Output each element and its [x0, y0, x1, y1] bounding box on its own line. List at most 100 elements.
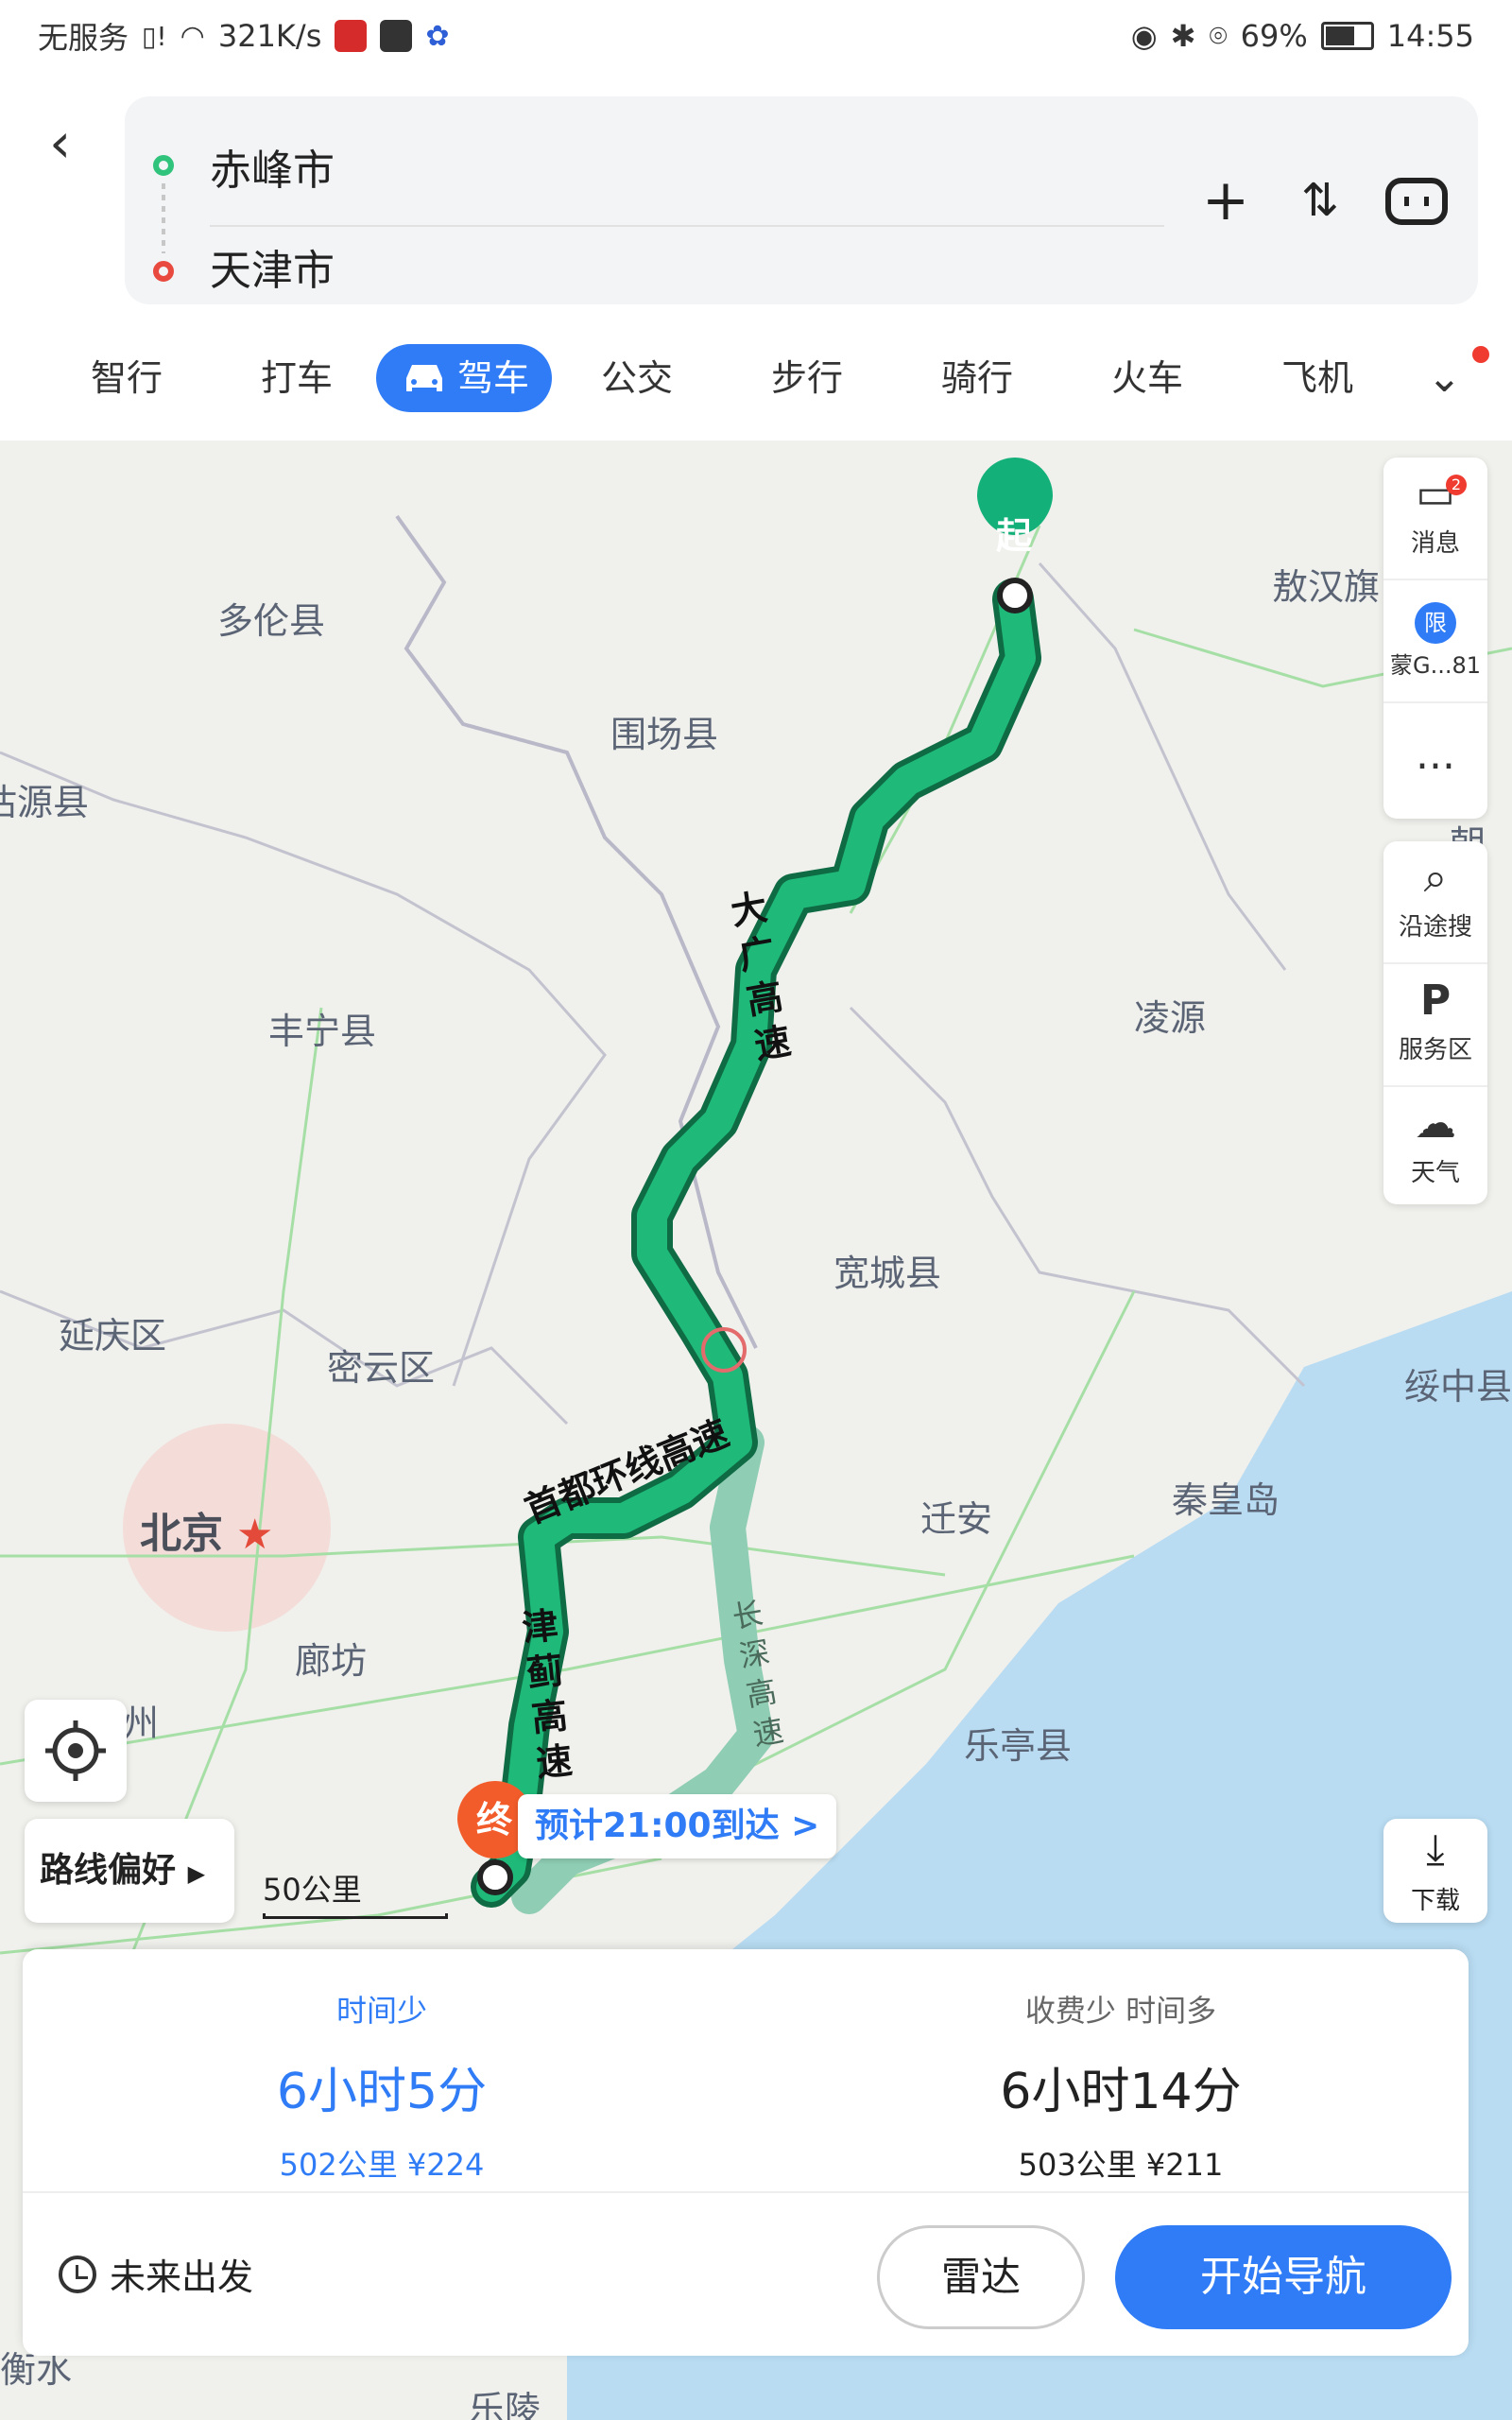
route-preference-label: 路线偏好 — [40, 1851, 177, 1890]
card-divider — [23, 2191, 1469, 2193]
battery-icon — [1320, 22, 1374, 50]
restriction-button[interactable]: 限 蒙G...81 — [1383, 579, 1487, 701]
map-label-qianan: 迁安 — [920, 1498, 993, 1540]
future-departure-button[interactable]: 未来出发 — [59, 2248, 253, 2300]
message-badge: 2 — [1446, 475, 1467, 495]
locate-button[interactable] — [25, 1700, 127, 1802]
map-label-miyun: 密云区 — [327, 1347, 436, 1389]
triangle-right-icon: ▶ — [187, 1860, 206, 1887]
tab-taxi[interactable]: 打车 — [261, 344, 333, 412]
tab-flight[interactable]: 飞机 — [1281, 344, 1353, 412]
start-navigation-button[interactable]: 开始导航 — [1115, 2225, 1452, 2329]
weather-button[interactable]: ☁ 天气 — [1383, 1085, 1487, 1208]
radar-button[interactable]: 雷达 — [877, 2225, 1085, 2329]
route-options-card: 时间少 6小时5分 502公里 ¥224 收费少 时间多 6小时14分 503公… — [23, 1949, 1469, 2356]
eta-bubble[interactable]: 预计21:00到达 > — [518, 1794, 837, 1858]
along-search-button[interactable]: ⌕ 沿途搜 — [1383, 841, 1487, 962]
start-dot-icon — [153, 155, 174, 176]
map-label-yanqing: 延庆区 — [59, 1315, 167, 1357]
messages-button[interactable]: ▭ 2 消息 — [1383, 458, 1487, 579]
map-label-lingyuan: 凌源 — [1134, 997, 1207, 1039]
crosshair-icon — [45, 1720, 106, 1781]
route-connector — [162, 183, 165, 253]
car-connect-icon[interactable] — [1383, 163, 1450, 238]
swap-icon[interactable]: ⇅ — [1287, 163, 1353, 238]
tab-bike[interactable]: 骑行 — [941, 344, 1013, 412]
start-marker[interactable]: 起 — [996, 507, 1032, 559]
future-departure-label: 未来出发 — [110, 2256, 254, 2298]
service-area-label: 服务区 — [1398, 1036, 1472, 1064]
download-icon: ⤓ — [1426, 1825, 1445, 1874]
right-tool-panel: ▭ 2 消息 限 蒙G...81 ... — [1383, 458, 1487, 819]
map-label-beijing: 北京 — [140, 1510, 223, 1558]
route-header: ‹ 赤峰市 天津市 + ⇅ 智行 打车 驾车 公交 步行 骑行 火车 飞机 ⌄ — [0, 72, 1512, 441]
message-icon: ▭ — [1416, 470, 1455, 518]
end-dot-icon — [153, 261, 174, 282]
route-meta: 502公里 ¥224 — [279, 2147, 485, 2183]
sim-alert-icon: ▯! — [142, 20, 167, 52]
svg-text:★: ★ — [236, 1511, 273, 1559]
scale-label: 50公里 — [263, 1872, 362, 1908]
wifi-icon: ◠ — [180, 19, 205, 53]
parking-icon: P — [1419, 977, 1452, 1025]
route-preference-button[interactable]: 路线偏好 ▶ — [25, 1819, 234, 1923]
tab-walk[interactable]: 步行 — [771, 344, 843, 412]
mode-tabs: 智行 打车 驾车 公交 步行 骑行 火车 飞机 ⌄ — [0, 325, 1512, 420]
car-icon — [406, 365, 442, 391]
map-label-laoting: 乐亭县 — [964, 1725, 1073, 1767]
map-label-fengning: 丰宁县 — [268, 1011, 377, 1052]
location-icon: ⌾ — [1209, 17, 1228, 54]
destination-field[interactable]: 天津市 — [210, 236, 335, 297]
tab-drive-label: 驾车 — [457, 357, 530, 399]
map-label-duolun: 多伦县 — [217, 600, 326, 642]
clock-icon — [59, 2255, 96, 2293]
notification-dot — [1472, 346, 1489, 363]
eye-icon: ◉ — [1130, 18, 1158, 54]
service-area-button[interactable]: P 服务区 — [1383, 962, 1487, 1085]
map-label-weichang: 围场县 — [610, 714, 719, 755]
carrier-text: 无服务 — [38, 20, 129, 56]
route-meta: 503公里 ¥211 — [1018, 2147, 1224, 2183]
more-button[interactable]: ... — [1383, 701, 1487, 821]
route-duration: 6小时5分 — [276, 2064, 488, 2120]
battery-percent: 69% — [1240, 18, 1308, 54]
map-label-kuancheng: 宽城县 — [833, 1253, 942, 1294]
weather-label: 天气 — [1410, 1159, 1460, 1187]
tab-zhixing[interactable]: 智行 — [91, 344, 163, 412]
cloud-icon: ☁ — [1415, 1099, 1456, 1148]
route-tag: 收费少 时间多 — [1024, 1993, 1217, 2029]
search-icon: ⌕ — [1423, 854, 1448, 902]
status-bar: 无服务 ▯! ◠ 321K/s ✿ ◉ ✱ ⌾ 69% 14:55 — [0, 0, 1512, 72]
tab-drive[interactable]: 驾车 — [376, 344, 553, 412]
map-app-icon — [380, 20, 413, 52]
add-icon[interactable]: + — [1193, 163, 1259, 238]
map-label-qinhuangdao: 秦皇岛 — [1172, 1479, 1280, 1521]
back-icon[interactable]: ‹ — [49, 115, 96, 170]
end-marker[interactable]: 终 — [476, 1790, 512, 1842]
mic-app-icon — [335, 20, 368, 52]
right-search-panel: ⌕ 沿途搜 P 服务区 ☁ 天气 — [1383, 841, 1487, 1204]
download-button[interactable]: ⤓ 下载 — [1383, 1819, 1487, 1923]
chevron-down-icon[interactable]: ⌄ — [1427, 344, 1462, 412]
tab-bus[interactable]: 公交 — [601, 344, 673, 412]
route-option-cheap[interactable]: 收费少 时间多 6小时14分 503公里 ¥211 — [837, 1987, 1404, 2185]
messages-label: 消息 — [1410, 529, 1460, 558]
tab-train[interactable]: 火车 — [1111, 344, 1183, 412]
map-label-guyuan: 沽源县 — [0, 782, 90, 823]
route-duration: 6小时14分 — [1000, 2064, 1242, 2120]
map-label-leling: 乐陵 — [469, 2389, 541, 2420]
route-input-box: 赤峰市 天津市 + ⇅ — [125, 96, 1478, 304]
along-search-label: 沿途搜 — [1398, 913, 1472, 942]
map-label-suizhong: 绥中县 — [1404, 1366, 1512, 1408]
scale-bar — [263, 1913, 448, 1919]
map-label-aohan: 敖汉旗 — [1272, 566, 1381, 608]
restriction-badge: 限 — [1415, 602, 1456, 644]
route-option-fast[interactable]: 时间少 6小时5分 502公里 ¥224 — [98, 1987, 665, 2185]
map-label-langfang: 廊坊 — [295, 1640, 368, 1682]
map-label-zhou: 州 — [123, 1703, 160, 1744]
origin-field[interactable]: 赤峰市 — [210, 136, 335, 197]
plate-label: 蒙G...81 — [1389, 652, 1482, 679]
route-tag: 时间少 — [335, 1993, 427, 2029]
more-icon: ... — [1416, 731, 1455, 779]
clock-time: 14:55 — [1386, 18, 1474, 54]
